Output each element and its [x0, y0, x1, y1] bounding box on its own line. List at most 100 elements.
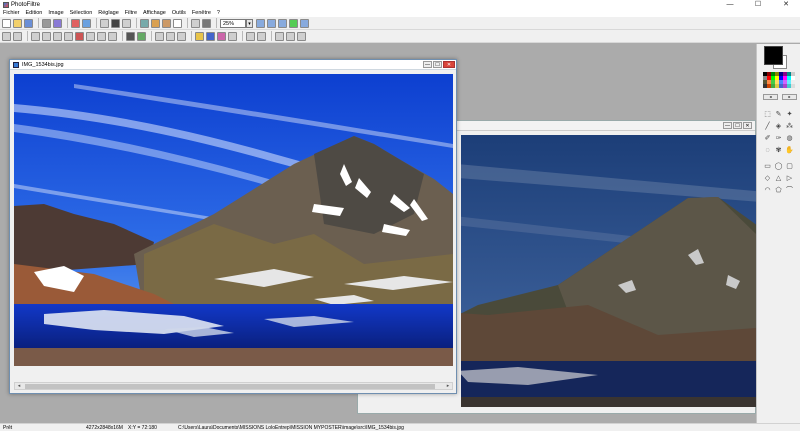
blur-brush-icon[interactable]: ◍ [785, 134, 794, 143]
hand-icon[interactable]: ✋ [785, 146, 794, 155]
fill-icon[interactable] [151, 18, 160, 28]
line-icon[interactable]: ╱ [763, 122, 772, 131]
brush-icon[interactable]: ✐ [763, 134, 772, 143]
minimize-button[interactable]: — [716, 0, 744, 9]
menu-fichier[interactable]: Fichier [3, 10, 20, 16]
print-icon[interactable] [53, 18, 62, 28]
canvas-size-icon[interactable] [202, 18, 211, 28]
palette-next-icon[interactable]: ▸ [782, 94, 797, 100]
flip-horizontal-icon[interactable] [246, 31, 255, 41]
brightness-up-icon[interactable] [31, 31, 40, 41]
close-button[interactable]: ✕ [772, 0, 800, 9]
image-size-icon[interactable] [191, 18, 200, 28]
rgb-icon[interactable] [206, 31, 215, 41]
polygon-icon[interactable]: ⬠ [774, 186, 783, 195]
color-palette[interactable] [763, 72, 797, 88]
auto-level-icon[interactable] [2, 31, 11, 41]
document-window[interactable]: IMG_1534bis.jpg — ☐ ✕ ◂ ▸ [9, 59, 457, 394]
hue-icon[interactable] [217, 31, 226, 41]
blur-icon[interactable] [155, 31, 164, 41]
menu-help[interactable]: ? [217, 10, 220, 16]
menu-affichage[interactable]: Affichage [143, 10, 166, 16]
color-balance-icon[interactable] [195, 31, 204, 41]
brightness-down-icon[interactable] [42, 31, 51, 41]
saturation-down-icon[interactable] [86, 31, 95, 41]
gamma-down-icon[interactable] [108, 31, 117, 41]
contrast-up-icon[interactable] [53, 31, 62, 41]
horizontal-scrollbar[interactable]: ◂ ▸ [14, 382, 453, 390]
save-icon[interactable] [24, 18, 33, 28]
preview-maximize-button[interactable]: ☐ [733, 122, 742, 129]
triangle-icon[interactable]: △ [774, 174, 783, 183]
actual-size-icon[interactable] [278, 18, 287, 28]
menu-edition[interactable]: Edition [26, 10, 43, 16]
preview-close-button[interactable]: ✕ [743, 122, 752, 129]
zoom-in-icon[interactable] [256, 18, 265, 28]
menu-filtre[interactable]: Filtre [125, 10, 137, 16]
eyedropper-icon[interactable]: ✎ [774, 110, 783, 119]
soften-icon[interactable] [177, 31, 186, 41]
paste-icon[interactable] [111, 18, 120, 28]
gradient-icon[interactable] [162, 18, 171, 28]
new-icon[interactable] [2, 18, 11, 28]
redo-icon[interactable] [82, 18, 91, 28]
advanced-brush-icon[interactable]: ✑ [774, 134, 783, 143]
rotate-icon[interactable] [297, 31, 306, 41]
spray-icon[interactable]: ⁂ [785, 122, 794, 131]
toolbar-separator [191, 31, 192, 41]
chevron-down-icon[interactable]: ▾ [246, 18, 253, 28]
sharpen-icon[interactable] [166, 31, 175, 41]
zoom-select[interactable]: 25% ▾ [220, 18, 253, 28]
histogram-icon[interactable] [228, 31, 237, 41]
scrollbar-thumb[interactable] [25, 384, 435, 389]
magic-wand-icon[interactable]: ✦ [785, 110, 794, 119]
rotate-left-icon[interactable] [275, 31, 284, 41]
gamma-up-icon[interactable] [97, 31, 106, 41]
document-maximize-button[interactable]: ☐ [433, 61, 442, 68]
document-image[interactable] [14, 74, 453, 366]
selection-icon[interactable]: ⬚ [763, 110, 772, 119]
auto-contrast-icon[interactable] [13, 31, 22, 41]
fit-window-icon[interactable] [289, 18, 298, 28]
text-icon[interactable] [173, 18, 182, 28]
diamond-icon[interactable]: ◇ [763, 174, 772, 183]
menu-reglage[interactable]: Réglage [98, 10, 119, 16]
zoom-value: 25% [223, 20, 235, 27]
rotate-right-icon[interactable] [286, 31, 295, 41]
zoom-out-icon[interactable] [267, 18, 276, 28]
scroll-left-icon[interactable]: ◂ [15, 383, 23, 389]
right-triangle-icon[interactable]: ▷ [785, 174, 794, 183]
menu-selection[interactable]: Sélection [70, 10, 93, 16]
document-close-button[interactable]: ✕ [443, 61, 455, 68]
rounded-rect-icon[interactable]: ▢ [785, 162, 794, 171]
menu-fenetre[interactable]: Fenêtre [192, 10, 211, 16]
crop-icon[interactable] [140, 18, 149, 28]
smudge-icon[interactable]: ◌ [763, 146, 772, 155]
copy-icon[interactable] [100, 18, 109, 28]
ellipse-icon[interactable]: ◯ [774, 162, 783, 171]
sepia-icon[interactable] [137, 31, 146, 41]
lasso-icon[interactable]: ◠ [763, 186, 772, 195]
grayscale-icon[interactable] [126, 31, 135, 41]
rectangle-icon[interactable]: ▭ [763, 162, 772, 171]
bezier-icon[interactable]: ⌒ [785, 186, 794, 195]
foreground-color-swatch[interactable] [764, 46, 783, 65]
scroll-right-icon[interactable]: ▸ [444, 383, 452, 389]
contrast-down-icon[interactable] [64, 31, 73, 41]
menu-outils[interactable]: Outils [172, 10, 186, 16]
open-icon[interactable] [13, 18, 22, 28]
full-screen-icon[interactable] [300, 18, 309, 28]
document-minimize-button[interactable]: — [423, 61, 432, 68]
flip-vertical-icon[interactable] [257, 31, 266, 41]
paste-new-icon[interactable] [122, 18, 131, 28]
palette-prev-icon[interactable]: ◂ [763, 94, 778, 100]
undo-icon[interactable] [71, 18, 80, 28]
preview-minimize-button[interactable]: — [723, 122, 732, 129]
status-coords: X:Y = 72:180 [128, 425, 157, 431]
clone-icon[interactable]: ✾ [774, 146, 783, 155]
maximize-button[interactable]: ☐ [744, 0, 772, 9]
scan-icon[interactable] [42, 18, 51, 28]
saturation-up-icon[interactable] [75, 31, 84, 41]
fill-icon[interactable]: ◈ [774, 122, 783, 131]
menu-image[interactable]: Image [48, 10, 63, 16]
